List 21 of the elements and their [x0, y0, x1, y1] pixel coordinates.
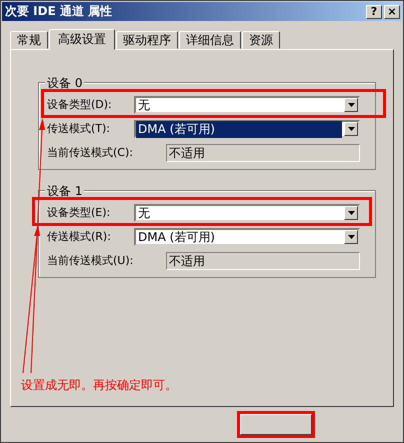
title-bar-button[interactable]: ×: [384, 4, 400, 18]
field-label: 当前传送模式(U):: [47, 254, 134, 268]
dropdown[interactable]: 无: [134, 204, 360, 222]
readonly-field: 不适用: [166, 144, 360, 162]
tab[interactable]: 详细信息: [179, 31, 241, 49]
tab[interactable]: 常规: [10, 31, 48, 49]
window-title: 次要 IDE 通道 属性: [5, 3, 112, 20]
field-label: 设备类型(E):: [47, 206, 112, 220]
tab[interactable]: 高级设置: [49, 29, 115, 50]
field-label: 传送模式(R):: [47, 230, 112, 244]
dropdown[interactable]: 无: [134, 96, 360, 114]
tab[interactable]: 资源: [242, 31, 280, 49]
field-label: 当前传送模式(C):: [47, 146, 134, 160]
title-bar-button[interactable]: ?: [366, 4, 382, 18]
tab[interactable]: 驱动程序: [116, 31, 178, 49]
field-label: 设备类型(D):: [47, 98, 113, 112]
dropdown[interactable]: DMA (若可用): [134, 228, 360, 246]
dropdown[interactable]: DMA (若可用): [134, 120, 360, 138]
annotation-text: 设置成无即。再按确定即可。: [21, 377, 177, 394]
field-label: 传送模式(T):: [47, 122, 112, 136]
readonly-field: 不适用: [166, 252, 360, 270]
